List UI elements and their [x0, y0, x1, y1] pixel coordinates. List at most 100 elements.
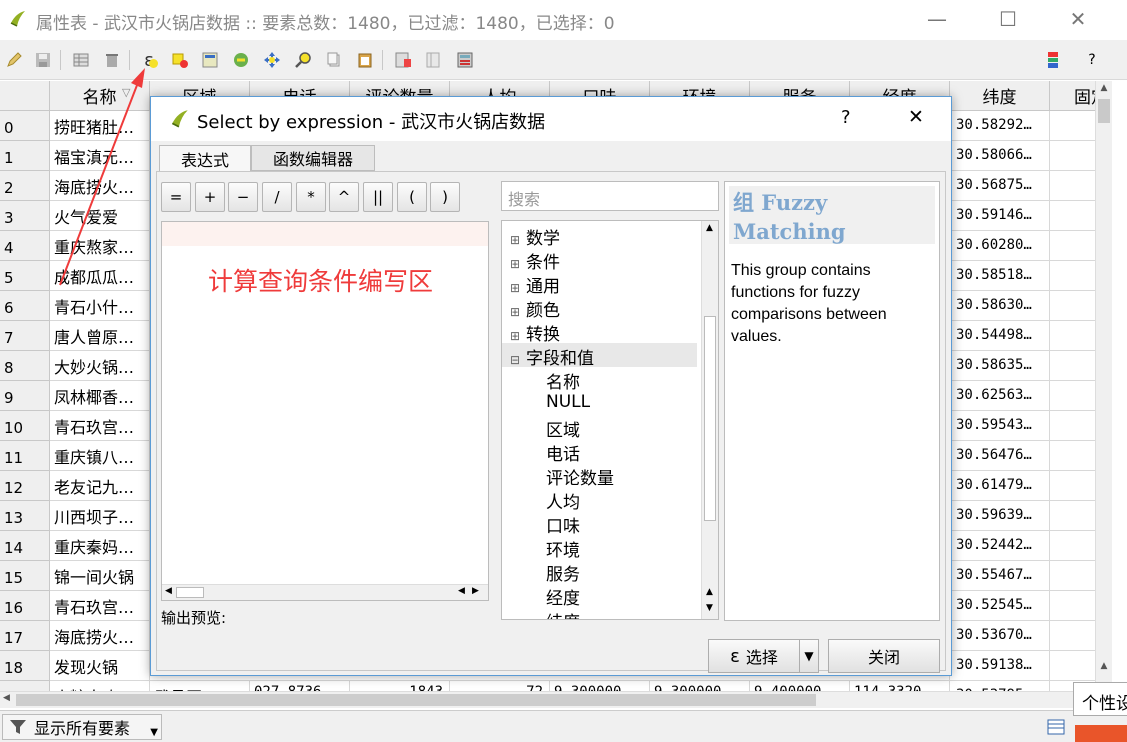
tree-field-item[interactable]: 经度: [502, 583, 697, 609]
row-header[interactable]: 11: [0, 441, 50, 471]
table-cell-name[interactable]: 海底捞火…: [50, 171, 150, 201]
dialog-close-icon[interactable]: ✕: [908, 106, 924, 128]
save-edits-button[interactable]: [31, 48, 55, 72]
row-header[interactable]: 1: [0, 141, 50, 171]
table-cell-latitude[interactable]: 30.58635…: [950, 351, 1050, 381]
table-cell-latitude[interactable]: 30.60280…: [950, 231, 1050, 261]
invert-selection-button[interactable]: [229, 48, 253, 72]
scroll-thumb[interactable]: [176, 587, 204, 598]
paste-button[interactable]: [353, 48, 377, 72]
row-header[interactable]: 18: [0, 651, 50, 681]
tree-field-item[interactable]: NULL: [502, 391, 697, 415]
tree-field-item[interactable]: 电话: [502, 439, 697, 465]
table-cell-name[interactable]: 成都瓜瓜…: [50, 261, 150, 291]
row-header[interactable]: 17: [0, 621, 50, 651]
tab-function-editor[interactable]: 函数编辑器: [251, 145, 375, 171]
table-cell-latitude[interactable]: 30.54498…: [950, 321, 1050, 351]
help-button[interactable]: ?: [1080, 48, 1104, 72]
table-cell-latitude[interactable]: 30.58518…: [950, 261, 1050, 291]
operator-concat-button[interactable]: ||: [363, 182, 393, 212]
tree-group[interactable]: ⊟ 字段和值: [502, 343, 697, 369]
operator-open-paren-button[interactable]: (: [397, 182, 427, 212]
operator-multiply-button[interactable]: *: [296, 182, 326, 212]
row-header[interactable]: 15: [0, 561, 50, 591]
scroll-thumb[interactable]: [1098, 99, 1110, 123]
feature-filter-dropdown[interactable]: 显示所有要素 ▼: [2, 714, 162, 740]
column-header-name[interactable]: 名称: [50, 81, 150, 111]
row-header[interactable]: 0: [0, 111, 50, 141]
select-by-expression-button[interactable]: ε: [137, 48, 161, 72]
table-cell[interactable]: 小糖人欢…: [50, 681, 150, 691]
reload-table-button[interactable]: [69, 48, 93, 72]
table-cell-latitude[interactable]: 30.59138…: [950, 651, 1050, 681]
row-header[interactable]: 2: [0, 171, 50, 201]
close-dialog-button[interactable]: 关闭: [828, 639, 940, 673]
select-options-dropdown[interactable]: ▼: [799, 639, 819, 673]
scroll-up-icon[interactable]: ▲: [706, 587, 713, 597]
tree-group[interactable]: ⊞ 数学: [502, 223, 697, 249]
function-tree[interactable]: ⊞ 数学 ⊞ 条件 ⊞ 通用 ⊞ 颜色 ⊞ 转换 ⊟ 字段和值 名称 NULL 区域 电话 评论数量 人均 口味 环境…: [501, 220, 719, 620]
row-header[interactable]: 12: [0, 471, 50, 501]
table-cell-name[interactable]: 大妙火锅…: [50, 351, 150, 381]
table-cell[interactable]: 武昌区: [150, 681, 250, 691]
table-cell-name[interactable]: 凤林椰香…: [50, 381, 150, 411]
expand-icon[interactable]: ⊞: [510, 305, 522, 319]
row-header[interactable]: 13: [0, 501, 50, 531]
editor-horizontal-scrollbar[interactable]: ◀ ◀ ▶: [162, 584, 488, 600]
table-horizontal-scrollbar[interactable]: ◀ ▶: [0, 691, 1112, 708]
tree-field-item[interactable]: 服务: [502, 559, 697, 585]
table-cell[interactable]: 30.53795…: [950, 681, 1050, 691]
row-header[interactable]: 8: [0, 351, 50, 381]
operator-plus-button[interactable]: +: [195, 182, 225, 212]
tree-field-item[interactable]: 区域: [502, 415, 697, 441]
table-view-button[interactable]: [1046, 717, 1068, 737]
expand-icon[interactable]: ⊞: [510, 233, 522, 247]
copy-rows-button[interactable]: [322, 48, 346, 72]
table-cell-name[interactable]: 老友记九…: [50, 471, 150, 501]
table-cell[interactable]: 1843: [350, 681, 450, 691]
table-cell-latitude[interactable]: 30.58630…: [950, 291, 1050, 321]
row-header[interactable]: 14: [0, 531, 50, 561]
table-cell-latitude[interactable]: 30.58066…: [950, 141, 1050, 171]
table-cell-name[interactable]: 海底捞火…: [50, 621, 150, 651]
tree-vertical-scrollbar[interactable]: ▲ ▲ ▼: [701, 221, 718, 619]
row-header[interactable]: 3: [0, 201, 50, 231]
table-cell-name[interactable]: 青石小什…: [50, 291, 150, 321]
table-cell[interactable]: 027-8736…: [250, 681, 350, 691]
scroll-left-icon[interactable]: ◀: [3, 693, 10, 703]
table-cell-name[interactable]: 火气爱爱: [50, 201, 150, 231]
zoom-to-selection-button[interactable]: [291, 48, 315, 72]
scroll-left-icon[interactable]: ◀: [165, 586, 172, 596]
tree-field-item[interactable]: 口味: [502, 511, 697, 537]
table-cell-latitude[interactable]: 30.61479…: [950, 471, 1050, 501]
row-header[interactable]: 10: [0, 411, 50, 441]
tree-group[interactable]: ⊞ 通用: [502, 271, 697, 297]
minimize-button[interactable]: —: [914, 4, 960, 34]
tree-field-item[interactable]: 评论数量: [502, 463, 697, 489]
scroll-thumb[interactable]: [16, 694, 816, 706]
scroll-down-icon[interactable]: ▼: [706, 603, 713, 613]
scroll-up-icon[interactable]: ▲: [706, 223, 713, 233]
tree-group[interactable]: ⊞ 条件: [502, 247, 697, 273]
table-cell-latitude[interactable]: 30.55467…: [950, 561, 1050, 591]
new-field-button[interactable]: [391, 48, 415, 72]
table-cell-name[interactable]: 重庆熬家…: [50, 231, 150, 261]
tab-expression[interactable]: 表达式: [159, 145, 251, 172]
row-header[interactable]: 9: [0, 381, 50, 411]
table-cell-latitude[interactable]: 30.53670…: [950, 621, 1050, 651]
table-cell-name[interactable]: 福宝滇元…: [50, 141, 150, 171]
table-cell-latitude[interactable]: 30.56875…: [950, 171, 1050, 201]
table-cell-name[interactable]: 川西坝子…: [50, 501, 150, 531]
tree-field-item[interactable]: 人均: [502, 487, 697, 513]
tree-field-item[interactable]: 环境: [502, 535, 697, 561]
table-cell-name[interactable]: 锦一间火锅: [50, 561, 150, 591]
maximize-button[interactable]: ☐: [985, 4, 1031, 34]
row-header[interactable]: 4: [0, 231, 50, 261]
table-cell-latitude[interactable]: 30.52442…: [950, 531, 1050, 561]
scroll-left-icon[interactable]: ◀: [458, 586, 465, 596]
pan-to-selection-button[interactable]: [260, 48, 284, 72]
table-cell-latitude[interactable]: 30.56476…: [950, 441, 1050, 471]
row-header[interactable]: 6: [0, 291, 50, 321]
table-cell[interactable]: 9.400000…: [750, 681, 850, 691]
table-cell-latitude[interactable]: 30.59543…: [950, 411, 1050, 441]
